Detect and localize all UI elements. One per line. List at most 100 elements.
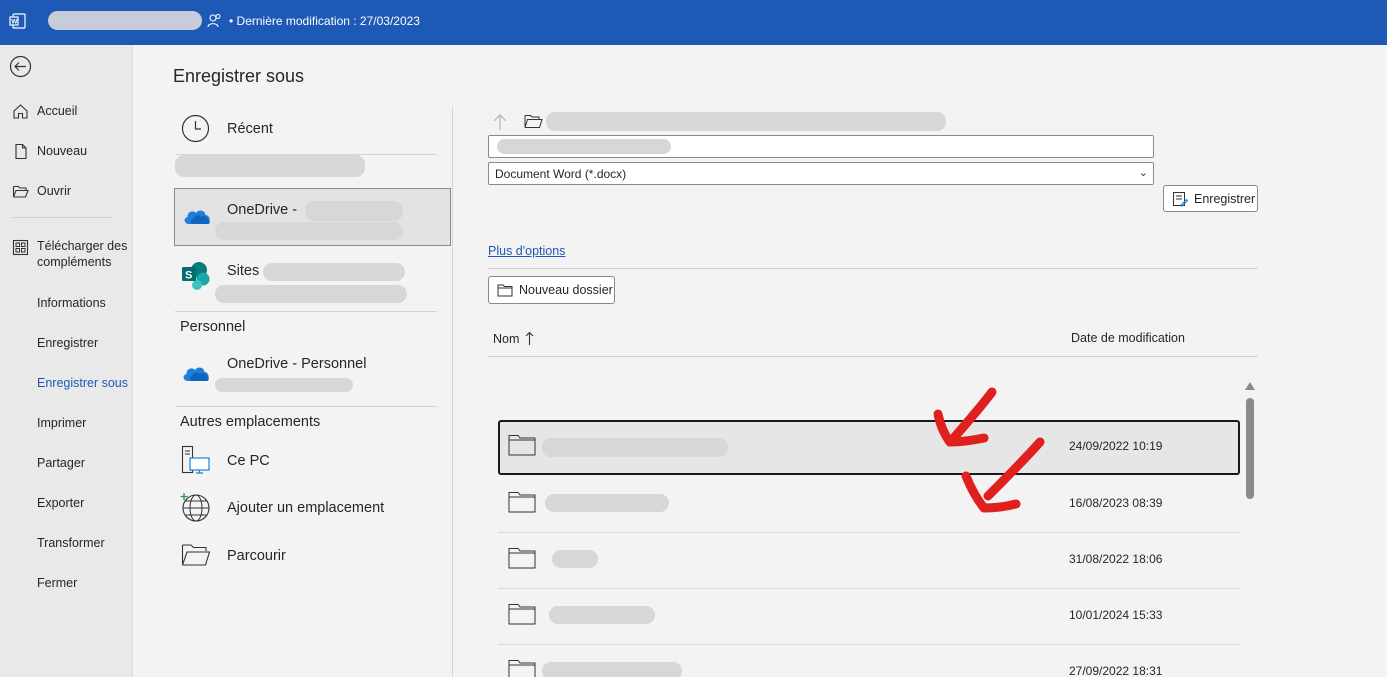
nav-label: Enregistrer — [37, 336, 99, 350]
nav-label: Fermer — [37, 576, 78, 590]
nav-label: Accueil — [37, 104, 78, 118]
column-header-name[interactable]: Nom — [493, 331, 534, 346]
nav-label: Informations — [37, 296, 106, 310]
scrollbar-thumb[interactable] — [1246, 398, 1254, 499]
sharepoint-icon: S — [182, 262, 210, 290]
last-modified-text: • Dernière modification : 27/03/2023 — [229, 14, 420, 28]
save-label: Enregistrer — [1194, 191, 1256, 206]
nav-label: Télécharger des compléments — [37, 239, 128, 269]
nav-separator — [12, 217, 113, 218]
org-name-redacted — [175, 155, 365, 177]
path-breadcrumb-redacted[interactable] — [546, 112, 946, 131]
new-folder-button[interactable]: Nouveau dossier — [488, 276, 615, 304]
up-arrow-icon[interactable] — [492, 113, 508, 131]
filetype-select[interactable]: Document Word (*.docx) ⌄ — [488, 162, 1154, 185]
filename-input[interactable] — [488, 135, 1154, 158]
location-label: Récent — [227, 121, 273, 137]
document-name-redacted[interactable] — [48, 11, 202, 30]
folder-row[interactable]: 27/09/2022 18:31 — [498, 645, 1240, 677]
section-personnel: Personnel — [180, 319, 246, 335]
new-folder-label: Nouveau dossier — [519, 283, 613, 297]
account-redacted — [215, 378, 353, 392]
location-this-pc[interactable]: Ce PC — [173, 439, 437, 483]
location-label: Parcourir — [227, 548, 286, 564]
location-label: OneDrive - Personnel — [227, 356, 367, 372]
separator — [175, 406, 437, 407]
nav-label: Partager — [37, 456, 85, 470]
onedrive-cloud-icon — [183, 367, 209, 381]
separator — [175, 311, 437, 312]
folder-name-redacted — [542, 438, 728, 457]
svg-text:W: W — [11, 19, 18, 26]
open-folder-icon — [524, 115, 543, 128]
nav-label: Exporter — [37, 496, 85, 510]
folder-date: 31/08/2022 18:06 — [1069, 552, 1163, 566]
folder-row[interactable]: 10/01/2024 15:33 — [498, 589, 1240, 645]
location-label: Sites - — [227, 263, 269, 279]
location-onedrive-org[interactable]: OneDrive - — [174, 188, 451, 246]
title-bar: W • Dernière modification : 27/03/2023 — [0, 0, 1387, 45]
folder-date: 27/09/2022 18:31 — [1069, 664, 1163, 677]
location-add-place[interactable]: Ajouter un emplacement — [173, 487, 437, 531]
column-header-date[interactable]: Date de modification — [1071, 331, 1185, 345]
chevron-down-icon: ⌄ — [1138, 167, 1148, 179]
nav-label: Imprimer — [37, 416, 87, 430]
location-label: Ce PC — [227, 453, 270, 469]
save-button[interactable]: Enregistrer — [1163, 185, 1258, 212]
section-autres-emplacements: Autres emplacements — [180, 414, 321, 430]
location-label: OneDrive - — [227, 202, 298, 218]
site-name-redacted — [263, 263, 405, 281]
folder-date: 10/01/2024 15:33 — [1069, 608, 1163, 622]
filename-redacted — [497, 139, 671, 154]
location-label: Ajouter un emplacement — [227, 500, 385, 516]
shared-people-icon — [207, 14, 221, 28]
globe-add-icon — [180, 493, 210, 522]
site-url-redacted — [215, 285, 407, 303]
folder-icon — [508, 492, 536, 513]
backstage-nav: Accueil Nouveau Ouvrir Télécharger des c… — [0, 45, 133, 677]
folder-row[interactable]: 31/08/2022 18:06 — [498, 533, 1240, 589]
folder-icon — [508, 435, 536, 456]
folder-name-redacted — [542, 662, 682, 677]
separator — [488, 356, 1258, 357]
filetype-value: Document Word (*.docx) — [495, 167, 627, 181]
save-panel: Document Word (*.docx) ⌄ Enregistrer Plu… — [488, 107, 1278, 677]
open-folder-icon — [12, 185, 29, 198]
more-options-link[interactable]: Plus d'options — [488, 244, 565, 258]
folder-icon — [508, 604, 536, 625]
addins-icon — [12, 239, 29, 256]
back-arrow-icon[interactable] — [9, 55, 32, 78]
clock-icon — [181, 114, 210, 143]
location-browse[interactable]: Parcourir — [173, 535, 437, 579]
org-name-redacted — [305, 201, 403, 221]
scroll-up-arrow-icon[interactable] — [1245, 382, 1255, 390]
account-redacted — [215, 222, 403, 240]
onedrive-cloud-icon — [184, 210, 210, 224]
folder-date: 16/08/2023 08:39 — [1069, 496, 1163, 510]
folder-icon — [508, 548, 536, 569]
open-folder-icon — [181, 544, 211, 566]
folder-name-redacted — [545, 494, 669, 512]
column-divider — [452, 107, 453, 677]
folder-row[interactable]: 16/08/2023 08:39 — [498, 477, 1240, 533]
save-as-view: Enregistrer sous Récent OneDrive - S Sit… — [134, 45, 1387, 677]
folder-date: 24/09/2022 10:19 — [1069, 439, 1163, 453]
nav-label: Enregistrer sous — [37, 376, 129, 390]
folder-name-redacted — [552, 550, 598, 568]
folder-icon — [508, 660, 536, 677]
folder-name-redacted — [549, 606, 655, 624]
nav-label: Nouveau — [37, 144, 88, 158]
save-icon — [1173, 191, 1188, 206]
folder-row[interactable]: 24/09/2022 10:19 — [498, 420, 1240, 475]
separator — [488, 268, 1258, 269]
location-onedrive-personal[interactable]: OneDrive - Personnel — [173, 343, 437, 395]
location-sites[interactable]: S Sites - — [173, 255, 437, 309]
home-icon — [13, 104, 28, 119]
nav-label: Ouvrir — [37, 184, 72, 198]
location-recent[interactable]: Récent — [173, 107, 437, 153]
computer-icon — [181, 445, 210, 474]
locations-list: Récent OneDrive - S Sites - Personnel On… — [173, 107, 453, 677]
folder-icon — [497, 284, 513, 296]
word-logo-icon: W — [9, 13, 26, 29]
sort-ascending-icon — [526, 331, 534, 345]
